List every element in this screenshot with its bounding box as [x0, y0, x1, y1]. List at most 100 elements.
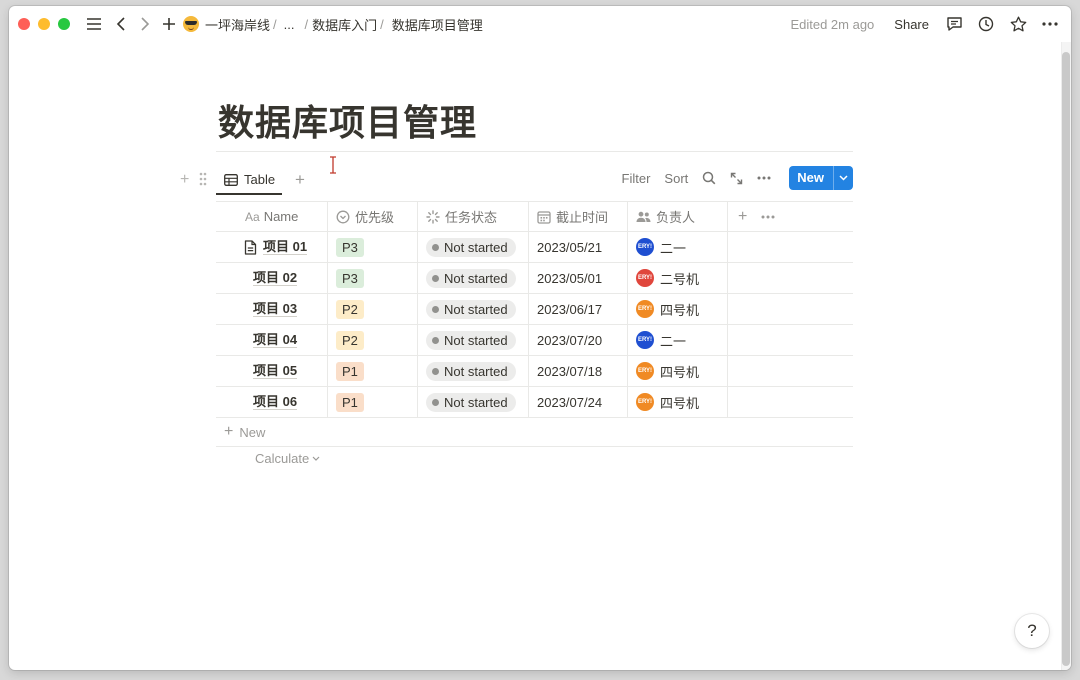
breadcrumb-item-workspace[interactable]: 一坪海岸线 [205, 15, 270, 34]
status-label: Not started [444, 239, 508, 255]
empty-cell [728, 294, 853, 324]
status-cell[interactable]: Not started [418, 263, 529, 293]
add-new-row-button[interactable]: + New [216, 418, 853, 447]
priority-cell[interactable]: P3 [328, 232, 418, 262]
menu-icon[interactable] [83, 13, 105, 35]
owner-cell[interactable]: ERY! 二一 [628, 232, 728, 262]
priority-cell[interactable]: P1 [328, 387, 418, 417]
owner-cell[interactable]: ERY! 四号机 [628, 356, 728, 386]
name-cell[interactable]: 项目 05 [216, 356, 328, 386]
priority-cell[interactable]: P2 [328, 294, 418, 324]
breadcrumb-item-current-page[interactable]: 数据库项目管理 [392, 15, 483, 34]
owner-cell[interactable]: ERY! 四号机 [628, 387, 728, 417]
owner-cell[interactable]: ERY! 四号机 [628, 294, 728, 324]
search-icon[interactable] [702, 171, 716, 185]
status-label: Not started [444, 332, 508, 348]
drag-handle-icon[interactable] [199, 172, 207, 190]
status-dot-icon [432, 336, 439, 344]
owner-cell[interactable]: ERY! 二一 [628, 325, 728, 355]
add-view-icon[interactable]: + [295, 170, 305, 190]
star-icon[interactable] [1007, 13, 1029, 35]
name-cell[interactable]: 项目 01 [216, 232, 328, 262]
status-cell[interactable]: Not started [418, 387, 529, 417]
status-cell[interactable]: Not started [418, 325, 529, 355]
calendar-icon [537, 210, 551, 224]
chevron-down-icon[interactable] [833, 166, 853, 190]
column-header-status[interactable]: 任务状态 [418, 202, 529, 231]
priority-cell[interactable]: P2 [328, 325, 418, 355]
page-title[interactable]: 数据库项目管理 [218, 94, 477, 146]
priority-cell[interactable]: P3 [328, 263, 418, 293]
table-row[interactable]: 项目 04 P2 Not started 2023/07/20 ERY! 二一 [216, 325, 853, 356]
record-name[interactable]: 项目 05 [253, 363, 298, 379]
tab-table-view[interactable]: Table [216, 166, 282, 195]
status-cell[interactable]: Not started [418, 232, 529, 262]
record-name[interactable]: 项目 04 [253, 332, 298, 348]
record-name[interactable]: 项目 03 [253, 301, 298, 317]
table-row[interactable]: 项目 01 P3 Not started 2023/05/21 ERY! 二一 [216, 232, 853, 263]
add-icon[interactable] [158, 13, 180, 35]
date-cell[interactable]: 2023/07/24 [529, 387, 628, 417]
new-button-label[interactable]: New [789, 166, 833, 190]
window-controls [18, 18, 70, 30]
scrollbar-thumb[interactable] [1062, 52, 1070, 666]
add-column-icon[interactable]: + [738, 208, 747, 226]
table-row[interactable]: 项目 03 P2 Not started 2023/06/17 ERY! 四号机 [216, 294, 853, 325]
breadcrumb-item-ellipsis[interactable]: ... [284, 17, 295, 32]
status-tag: Not started [426, 299, 516, 319]
forward-icon[interactable] [134, 13, 156, 35]
avatar: ERY! [636, 331, 654, 349]
priority-tag: P1 [336, 392, 364, 412]
minimize-window-button[interactable] [38, 18, 50, 30]
name-cell[interactable]: 项目 03 [216, 294, 328, 324]
view-more-icon[interactable] [757, 176, 771, 180]
status-label: Not started [444, 394, 508, 410]
status-tag: Not started [426, 268, 516, 288]
status-cell[interactable]: Not started [418, 294, 529, 324]
column-header-date[interactable]: 截止时间 [529, 202, 628, 231]
date-cell[interactable]: 2023/07/18 [529, 356, 628, 386]
record-name[interactable]: 项目 01 [263, 239, 308, 255]
text-property-icon: Aa [245, 209, 260, 224]
column-header-owner[interactable]: 负责人 [628, 202, 728, 231]
name-cell[interactable]: 项目 04 [216, 325, 328, 355]
name-cell[interactable]: 项目 06 [216, 387, 328, 417]
block-add-icon[interactable]: + [180, 172, 189, 188]
sort-button[interactable]: Sort [664, 171, 688, 186]
close-window-button[interactable] [18, 18, 30, 30]
help-button[interactable]: ? [1015, 614, 1049, 648]
new-record-button[interactable]: New [789, 166, 853, 190]
record-name[interactable]: 项目 06 [253, 394, 298, 410]
column-header-priority[interactable]: 优先级 [328, 202, 418, 231]
table-row[interactable]: 项目 02 P3 Not started 2023/05/01 ERY! 二号机 [216, 263, 853, 294]
view-actions: Filter Sort New [622, 166, 853, 190]
priority-cell[interactable]: P1 [328, 356, 418, 386]
breadcrumb: 一坪海岸线 / ... / 数据库入门 / 数据库项目管理 [183, 15, 483, 34]
table-header-row: Aa Name 优先级 任务状态 截止时间 负责人 + [216, 201, 853, 232]
breadcrumb-item-database-intro[interactable]: 数据库入门 [312, 15, 377, 34]
share-button[interactable]: Share [894, 17, 929, 32]
back-icon[interactable] [110, 13, 132, 35]
table-row[interactable]: 项目 06 P1 Not started 2023/07/24 ERY! 四号机 [216, 387, 853, 418]
more-icon[interactable] [1039, 13, 1061, 35]
date-cell[interactable]: 2023/05/21 [529, 232, 628, 262]
clock-icon[interactable] [975, 13, 997, 35]
status-dot-icon [432, 274, 439, 282]
status-cell[interactable]: Not started [418, 356, 529, 386]
comment-icon[interactable] [943, 13, 965, 35]
expand-icon[interactable] [730, 172, 743, 185]
date-cell[interactable]: 2023/06/17 [529, 294, 628, 324]
avatar: ERY! [636, 269, 654, 287]
table-row[interactable]: 项目 05 P1 Not started 2023/07/18 ERY! 四号机 [216, 356, 853, 387]
date-cell[interactable]: 2023/05/01 [529, 263, 628, 293]
column-more-icon[interactable] [761, 215, 775, 219]
calculate-button[interactable]: Calculate [255, 451, 320, 466]
record-name[interactable]: 项目 02 [253, 270, 298, 286]
filter-button[interactable]: Filter [622, 171, 651, 186]
owner-cell[interactable]: ERY! 二号机 [628, 263, 728, 293]
column-header-name[interactable]: Aa Name [216, 202, 328, 231]
zoom-window-button[interactable] [58, 18, 70, 30]
date-cell[interactable]: 2023/07/20 [529, 325, 628, 355]
avatar: ERY! [636, 300, 654, 318]
name-cell[interactable]: 项目 02 [216, 263, 328, 293]
